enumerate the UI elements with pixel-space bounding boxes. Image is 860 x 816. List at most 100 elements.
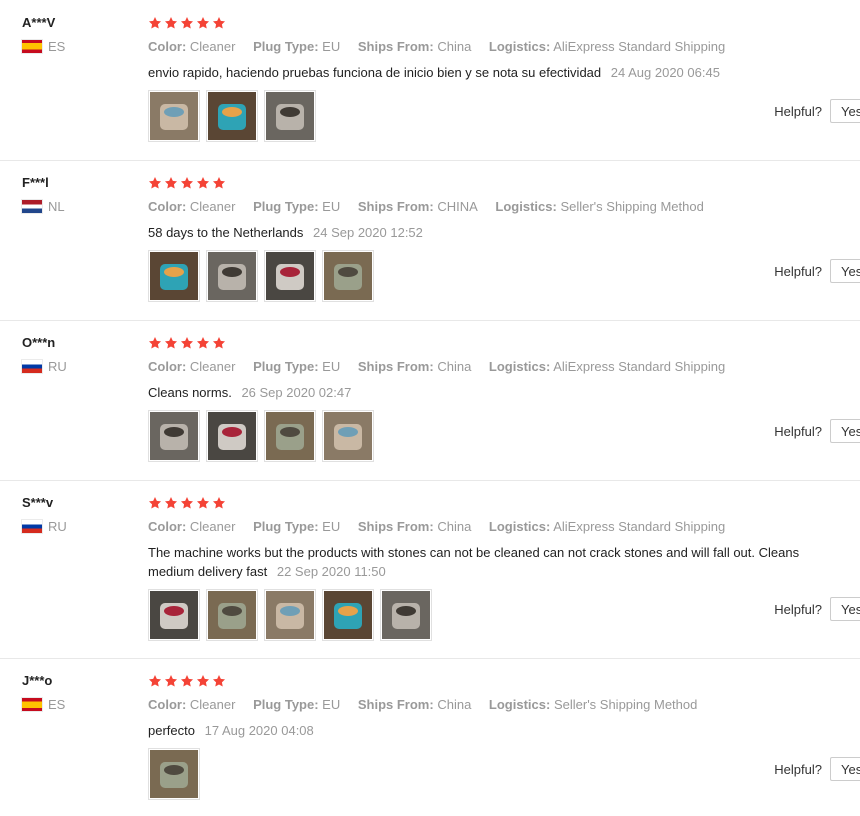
review-photo[interactable]: [206, 250, 258, 302]
helpful-yes-button[interactable]: Yes: [830, 259, 860, 283]
review-content: Color: Cleaner Plug Type: EU Ships From:…: [148, 334, 848, 462]
star-icon: [196, 177, 210, 189]
reviewer: F***l NL: [22, 173, 65, 214]
review-photo[interactable]: [322, 589, 374, 641]
review-item: S***v RU Color: Cleaner Plug Type: EU Sh…: [0, 480, 860, 659]
star-icon: [196, 497, 210, 509]
star-icon: [180, 675, 194, 687]
reviewer: A***V ES: [22, 13, 65, 54]
review-text-block: The machine works but the products with …: [148, 543, 848, 581]
logistics-label: Logistics:: [495, 199, 557, 214]
country-code: NL: [48, 199, 65, 214]
review-photos: [148, 250, 848, 302]
review-text: envio rapido, haciendo pruebas funciona …: [148, 65, 602, 80]
review-photo[interactable]: [206, 589, 258, 641]
reviewer-name: S***v: [22, 495, 54, 510]
review-content: Color: Cleaner Plug Type: EU Ships From:…: [148, 14, 848, 142]
review-text-block: perfecto 17 Aug 2020 04:08: [148, 721, 848, 740]
helpful-label: Helpful?: [774, 761, 822, 777]
flag-icon: [22, 520, 42, 533]
review-photo[interactable]: [148, 589, 200, 641]
review-photo[interactable]: [322, 410, 374, 462]
country-code: RU: [48, 359, 67, 374]
flag-icon: [22, 360, 42, 373]
logistics-value: Seller's Shipping Method: [553, 697, 698, 712]
star-icon: [196, 337, 210, 349]
review-item: A***V ES Color: Cleaner Plug Type: EU Sh…: [0, 0, 860, 161]
review-date: 17 Aug 2020 04:08: [204, 723, 314, 738]
helpful-vote: Helpful? Yes: [774, 259, 860, 283]
ships-from-label: Ships From:: [357, 39, 434, 54]
review-photo[interactable]: [148, 250, 200, 302]
color-label: Color:: [148, 199, 187, 214]
ships-from-label: Ships From:: [357, 199, 434, 214]
review-date: 22 Sep 2020 11:50: [276, 564, 386, 579]
reviewer-country: RU: [22, 359, 67, 374]
helpful-label: Helpful?: [774, 103, 822, 119]
plug-type-label: Plug Type:: [253, 697, 319, 712]
review-photos: [148, 589, 848, 641]
review-date: 24 Sep 2020 12:52: [313, 225, 423, 240]
star-rating: [148, 14, 848, 34]
review-photo[interactable]: [206, 410, 258, 462]
review-text-block: envio rapido, haciendo pruebas funciona …: [148, 63, 848, 82]
flag-icon: [22, 40, 42, 53]
review-photo[interactable]: [380, 589, 432, 641]
review-photo[interactable]: [264, 90, 316, 142]
logistics-value: AliExpress Standard Shipping: [553, 519, 726, 534]
color-value: Cleaner: [189, 359, 236, 374]
review-photo[interactable]: [322, 250, 374, 302]
review-photo[interactable]: [148, 410, 200, 462]
logistics-value: AliExpress Standard Shipping: [553, 39, 726, 54]
ships-from-label: Ships From:: [357, 697, 434, 712]
color-value: Cleaner: [189, 39, 236, 54]
helpful-label: Helpful?: [774, 601, 822, 617]
reviewer-name: A***V: [22, 15, 56, 30]
review-attributes: Color: Cleaner Plug Type: EU Ships From:…: [148, 696, 848, 714]
review-photo[interactable]: [264, 589, 316, 641]
logistics-label: Logistics:: [488, 39, 551, 54]
review-text-block: 58 days to the Netherlands 24 Sep 2020 1…: [148, 223, 848, 242]
star-rating: [148, 174, 848, 194]
helpful-label: Helpful?: [774, 423, 822, 439]
ships-from-value: China: [437, 359, 472, 374]
plug-type-value: EU: [322, 519, 341, 534]
review-photo[interactable]: [148, 90, 200, 142]
plug-type-label: Plug Type:: [253, 359, 319, 374]
star-icon: [164, 177, 178, 189]
star-rating: [148, 334, 848, 354]
flag-icon: [22, 200, 42, 213]
helpful-label: Helpful?: [774, 263, 822, 279]
review-photo[interactable]: [148, 748, 200, 800]
color-label: Color:: [148, 697, 187, 712]
reviewer-country: RU: [22, 519, 67, 534]
review-photo[interactable]: [206, 90, 258, 142]
star-icon: [148, 675, 162, 687]
country-code: ES: [48, 39, 66, 54]
review-attributes: Color: Cleaner Plug Type: EU Ships From:…: [148, 38, 848, 56]
review-text: Cleans norms.: [148, 385, 232, 400]
review-text-block: Cleans norms. 26 Sep 2020 02:47: [148, 383, 848, 402]
star-icon: [212, 17, 226, 29]
helpful-vote: Helpful? Yes: [774, 757, 860, 781]
review-photos: [148, 90, 848, 142]
color-value: Cleaner: [189, 519, 236, 534]
plug-type-value: EU: [322, 359, 341, 374]
logistics-value: AliExpress Standard Shipping: [553, 359, 726, 374]
country-code: RU: [48, 519, 67, 534]
star-icon: [212, 675, 226, 687]
star-icon: [148, 337, 162, 349]
helpful-yes-button[interactable]: Yes: [830, 419, 860, 443]
ships-from-value: CHINA: [437, 199, 478, 214]
helpful-yes-button[interactable]: Yes: [830, 99, 860, 123]
helpful-yes-button[interactable]: Yes: [830, 597, 860, 621]
review-photo[interactable]: [264, 410, 316, 462]
star-icon: [148, 497, 162, 509]
review-photo[interactable]: [264, 250, 316, 302]
logistics-label: Logistics:: [488, 359, 551, 374]
country-code: ES: [48, 697, 66, 712]
star-icon: [180, 177, 194, 189]
helpful-yes-button[interactable]: Yes: [830, 757, 860, 781]
star-icon: [164, 17, 178, 29]
helpful-vote: Helpful? Yes: [774, 597, 860, 621]
